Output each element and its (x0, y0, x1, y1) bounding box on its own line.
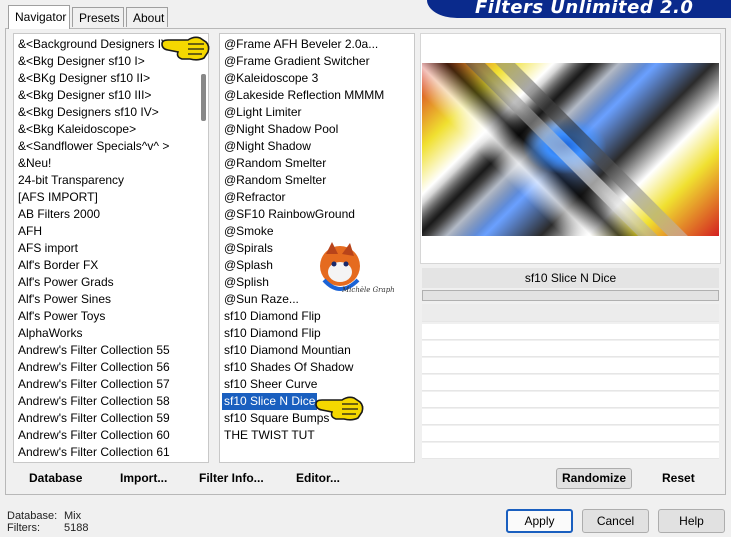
parameter-row (422, 392, 719, 408)
tab-navigator[interactable]: Navigator (8, 5, 70, 29)
category-item[interactable]: AFS import (18, 240, 78, 257)
filters-status-value: 5188 (64, 522, 89, 534)
filter-item[interactable]: @Splish (224, 274, 269, 291)
filter-item[interactable]: @Smoke (224, 223, 274, 240)
category-item[interactable]: Andrew's Filter Collection 56 (18, 359, 170, 376)
filter-item[interactable]: sf10 Shades Of Shadow (224, 359, 353, 376)
filter-info-button[interactable]: Filter Info... (199, 471, 264, 485)
filters-status-label: Filters: (7, 522, 40, 534)
preview-image (422, 63, 719, 236)
help-button[interactable]: Help (658, 509, 725, 533)
category-item[interactable]: &<Bkg Designers sf10 IV> (18, 104, 159, 121)
filter-item[interactable]: @Lakeside Reflection MMMM (224, 87, 384, 104)
parameter-row (422, 375, 719, 391)
category-item[interactable]: &<Background Designers IV> (18, 36, 176, 53)
filter-item[interactable]: sf10 Diamond Flip (224, 308, 321, 325)
category-item[interactable]: Alf's Power Sines (18, 291, 111, 308)
category-item[interactable]: AFH (18, 223, 42, 240)
category-item[interactable]: Andrew's Filter Collection 60 (18, 427, 170, 444)
filter-item[interactable]: @Night Shadow Pool (224, 121, 338, 138)
category-scrollbar[interactable] (201, 74, 206, 121)
pointing-hand-icon (161, 36, 210, 61)
filter-item[interactable]: sf10 Diamond Mountian (224, 342, 351, 359)
filter-item[interactable]: @Sun Raze... (224, 291, 299, 308)
parameter-row (422, 358, 719, 374)
apply-button[interactable]: Apply (506, 509, 573, 533)
database-button[interactable]: Database (29, 471, 82, 485)
database-status-label: Database: (7, 510, 58, 522)
category-list[interactable]: &<Background Designers IV> &<Bkg Designer… (13, 33, 209, 463)
parameter-row (422, 426, 719, 442)
tab-about[interactable]: About (126, 7, 168, 27)
randomize-button[interactable]: Randomize (556, 468, 632, 489)
parameter-row (422, 341, 719, 357)
filter-item[interactable]: @Splash (224, 257, 273, 274)
filter-item[interactable]: @Kaleidoscope 3 (224, 70, 318, 87)
filter-item[interactable]: @Frame AFH Beveler 2.0a... (224, 36, 378, 53)
parameter-row (422, 409, 719, 425)
tab-presets[interactable]: Presets (72, 7, 124, 27)
app-title: Filters Unlimited 2.0 (475, 0, 694, 18)
cancel-button[interactable]: Cancel (582, 509, 649, 533)
category-item[interactable]: Andrew's Filter Collection 59 (18, 410, 170, 427)
watermark-text: Michèle Graph (341, 286, 395, 294)
category-item[interactable]: &<Sandflower Specials^v^ > (18, 138, 169, 155)
filter-item[interactable]: sf10 Diamond Flip (224, 325, 321, 342)
filter-item[interactable]: @SF10 RainbowGround (224, 206, 355, 223)
editor-button[interactable]: Editor... (296, 471, 340, 485)
category-item[interactable]: Andrew's Filter Collection 55 (18, 342, 170, 359)
filter-item[interactable]: @Spirals (224, 240, 273, 257)
category-item[interactable]: AlphaWorks (18, 325, 82, 342)
parameter-slider[interactable] (422, 290, 719, 301)
category-item[interactable]: &Neu! (18, 155, 51, 172)
category-item[interactable]: Andrew's Filter Collection 57 (18, 376, 170, 393)
category-item[interactable]: &<Bkg Kaleidoscope> (18, 121, 136, 138)
selected-filter-label: sf10 Slice N Dice (422, 268, 719, 288)
wolf-watermark-icon: Michèle Graph (320, 242, 395, 294)
category-item[interactable]: Alf's Power Grads (18, 274, 114, 291)
reset-button[interactable]: Reset (662, 471, 695, 485)
import-button[interactable]: Import... (120, 471, 167, 485)
pointing-hand-icon (315, 396, 364, 421)
category-item[interactable]: Alf's Power Toys (18, 308, 105, 325)
filter-item[interactable]: @Refractor (224, 189, 286, 206)
category-item[interactable]: &<Bkg Designer sf10 I> (18, 53, 145, 70)
category-item[interactable]: &<Bkg Designer sf10 III> (18, 87, 151, 104)
category-item[interactable]: [AFS IMPORT] (18, 189, 98, 206)
filter-item[interactable]: @Random Smelter (224, 155, 326, 172)
filter-item[interactable]: @Random Smelter (224, 172, 326, 189)
parameter-row (422, 443, 719, 459)
category-item[interactable]: Andrew's Filter Collection 58 (18, 393, 170, 410)
filter-item[interactable]: @Night Shadow (224, 138, 311, 155)
category-item[interactable]: 24-bit Transparency (18, 172, 124, 189)
category-item[interactable]: &<BKg Designer sf10 II> (18, 70, 150, 87)
category-item[interactable]: Andrew's Filter Collection 61 (18, 444, 170, 461)
filter-item[interactable]: @Light Limiter (224, 104, 302, 121)
filter-item[interactable]: sf10 Sheer Curve (224, 376, 317, 393)
title-banner: Filters Unlimited 2.0 (427, 0, 731, 18)
filter-item[interactable]: THE TWIST TUT (224, 427, 315, 444)
database-status-value: Mix (64, 510, 82, 522)
filter-item[interactable]: @Frame Gradient Switcher (224, 53, 370, 70)
filter-item[interactable]: sf10 Slice N Dice (222, 393, 318, 410)
category-item[interactable]: Alf's Border FX (18, 257, 98, 274)
parameter-row (422, 304, 719, 322)
parameter-row (422, 324, 719, 340)
category-item[interactable]: AB Filters 2000 (18, 206, 100, 223)
